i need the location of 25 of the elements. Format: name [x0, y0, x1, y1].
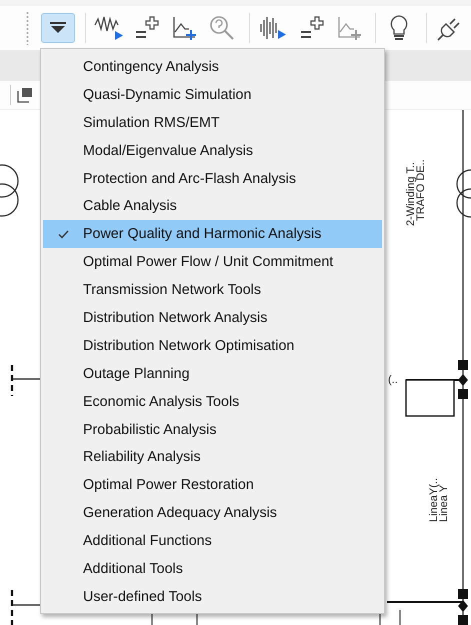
menu-item[interactable]: Economic Analysis Tools	[43, 388, 382, 416]
menu-item[interactable]: Optimal Power Restoration	[43, 471, 382, 500]
element-label: 2-Winding T..	[405, 162, 417, 226]
menu-item[interactable]: User-defined Tools	[43, 582, 382, 611]
menu-item[interactable]: Generation Adequacy Analysis	[43, 499, 382, 528]
menu-item[interactable]: Outage Planning	[43, 360, 382, 388]
menu-item[interactable]: Distribution Network Analysis	[43, 304, 382, 332]
menu-item[interactable]: Transmission Network Tools	[43, 276, 382, 304]
element-label: TRAFO DE..	[415, 159, 427, 221]
menu-item[interactable]: Distribution Network Optimisation	[43, 332, 382, 360]
menu-item[interactable]: Cable Analysis	[43, 192, 382, 220]
menu-item[interactable]: Simulation RMS/EMT	[43, 108, 382, 137]
menu-item[interactable]: Optimal Power Flow / Unit Commitment	[43, 248, 382, 276]
element-label: LineaY(..	[428, 478, 440, 522]
menu-item[interactable]: Probabilistic Analysis	[43, 416, 382, 444]
menu-item[interactable]: Additional Tools	[43, 555, 382, 583]
menu-item[interactable]: Power Quality and Harmonic Analysis	[43, 220, 382, 248]
element-label: Linea Y	[438, 484, 450, 522]
menu-item[interactable]: Modal/Eigenvalue Analysis	[43, 136, 382, 165]
menu-item[interactable]: Quasi-Dynamic Simulation	[43, 80, 382, 109]
element-label: (..	[388, 374, 398, 386]
menu-item[interactable]: Reliability Analysis	[43, 443, 382, 472]
menu-item[interactable]: Contingency Analysis	[43, 53, 382, 81]
menu-item[interactable]: Additional Functions	[43, 527, 382, 556]
menu-item[interactable]: Protection and Arc-Flash Analysis	[43, 164, 382, 192]
